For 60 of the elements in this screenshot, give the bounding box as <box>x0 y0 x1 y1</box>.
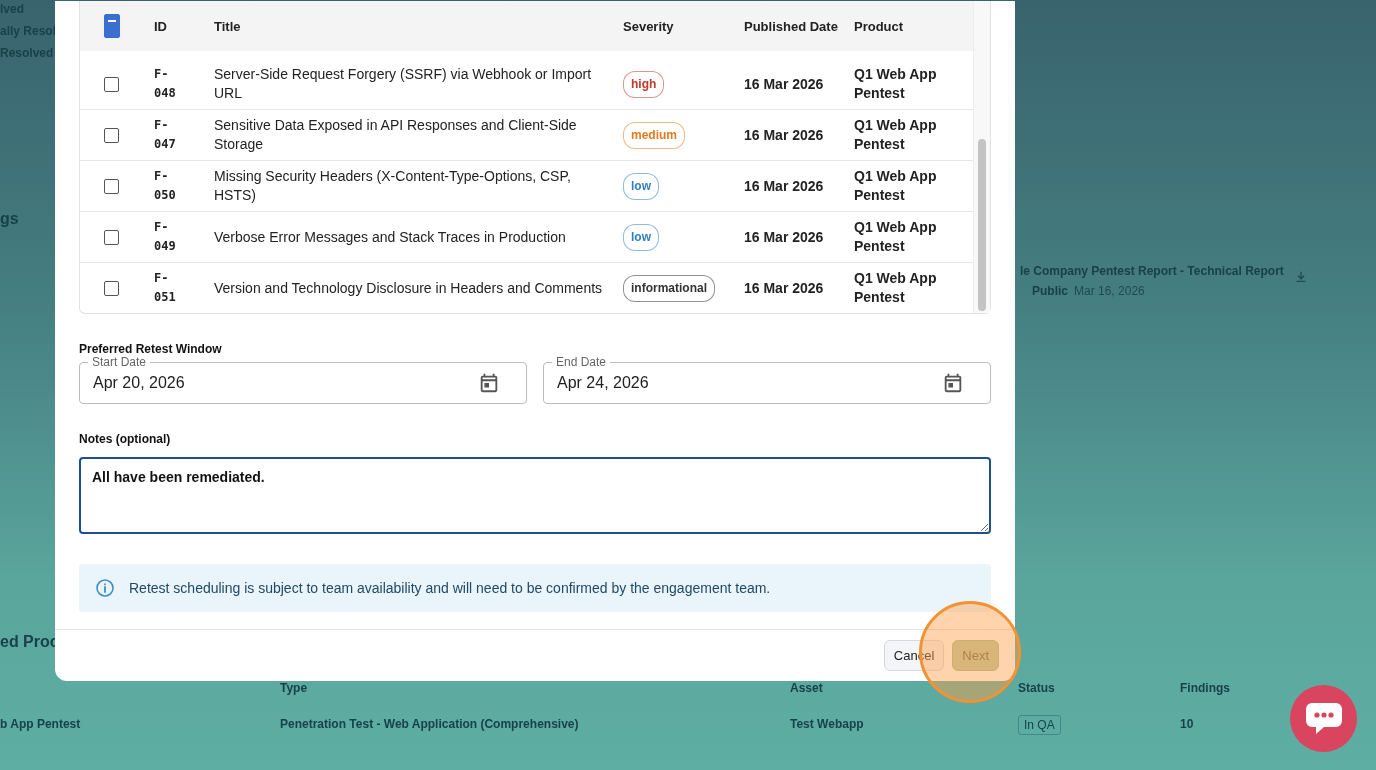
published-date: 16 Mar 2026 <box>743 278 825 298</box>
product-name: Q1 Web App Pentest <box>853 116 938 154</box>
product-name: Q1 Web App Pentest <box>853 167 938 205</box>
finding-id: F-047 <box>154 117 177 153</box>
column-header: Status <box>1018 681 1056 695</box>
column-header: Type <box>280 681 309 695</box>
finding-title: Sensitive Data Exposed in API Responses and Client-Side Storage <box>213 116 578 154</box>
published-date: 16 Mar 2026 <box>743 227 825 247</box>
field-label: End Date <box>552 355 611 369</box>
column-header: ID <box>153 17 168 36</box>
column-header: Asset <box>790 681 824 695</box>
finding-title: Server-Side Request Forgery (SSRF) via Webhook or Import URL <box>213 65 593 103</box>
published-date: 16 Mar 2026 <box>743 176 825 196</box>
row-checkbox[interactable] <box>104 229 119 245</box>
project-name[interactable]: b App Pentest <box>0 717 280 731</box>
column-header: Product <box>853 17 905 36</box>
scrollbar[interactable] <box>973 1 990 313</box>
severity-badge: informational <box>623 274 715 302</box>
date-value: Apr 20, 2026 <box>93 374 186 392</box>
finding-id: F-051 <box>154 270 177 306</box>
column-header: Published Date <box>743 17 839 36</box>
published-date: 16 Mar 2026 <box>743 74 825 94</box>
visibility-label: Public <box>1032 284 1068 298</box>
finding-id: F-049 <box>154 219 177 255</box>
status-badge: In QA <box>1018 715 1061 735</box>
column-header: Findings <box>1180 681 1231 695</box>
field-label: Start Date <box>88 355 151 369</box>
field-label: Preferred Retest Window <box>79 342 223 356</box>
severity-badge: low <box>623 172 659 200</box>
scrollbar-thumb[interactable] <box>978 139 986 311</box>
calendar-icon[interactable] <box>478 372 500 394</box>
column-header: Severity <box>622 17 675 36</box>
severity-badge: medium <box>623 121 685 149</box>
finding-title: Verbose Error Messages and Stack Traces in Production <box>213 227 567 247</box>
row-checkbox[interactable] <box>104 127 119 143</box>
finding-id: F-050 <box>154 168 177 204</box>
column-header: Title <box>213 17 242 36</box>
product-name: Q1 Web App Pentest <box>853 218 938 256</box>
table-cell-text: 10 <box>1180 717 1195 731</box>
info-text: Retest scheduling is subject to team availability and will need to be confirmed by the engagement team. <box>129 580 771 596</box>
select-all-checkbox[interactable] <box>104 14 120 38</box>
table-cell-text: Penetration Test - Web Application (Comprehensive) <box>280 717 580 731</box>
calendar-icon[interactable] <box>942 372 964 394</box>
row-checkbox[interactable] <box>104 76 119 92</box>
row-checkbox[interactable] <box>104 280 119 296</box>
row-checkbox[interactable] <box>104 178 119 194</box>
info-icon <box>95 578 115 598</box>
product-name: Q1 Web App Pentest <box>853 269 938 307</box>
table-cell-text: Test Webapp <box>790 717 865 731</box>
date-value: Apr 24, 2026 <box>557 374 650 392</box>
finding-id: F-048 <box>154 66 177 102</box>
finding-title: Version and Technology Disclosure in Headers and Comments <box>213 278 604 298</box>
severity-badge: low <box>623 223 659 251</box>
chat-icon <box>1303 700 1344 737</box>
notes-field[interactable]: All have been remediated. <box>79 457 991 534</box>
finding-title: Missing Security Headers (X-Content-Type-Options, CSP, HSTS) <box>213 167 572 205</box>
severity-badge: high <box>623 70 665 98</box>
product-name: Q1 Web App Pentest <box>853 65 938 103</box>
published-date: 16 Mar 2026 <box>743 125 825 145</box>
field-label: Notes (optional) <box>79 432 172 446</box>
